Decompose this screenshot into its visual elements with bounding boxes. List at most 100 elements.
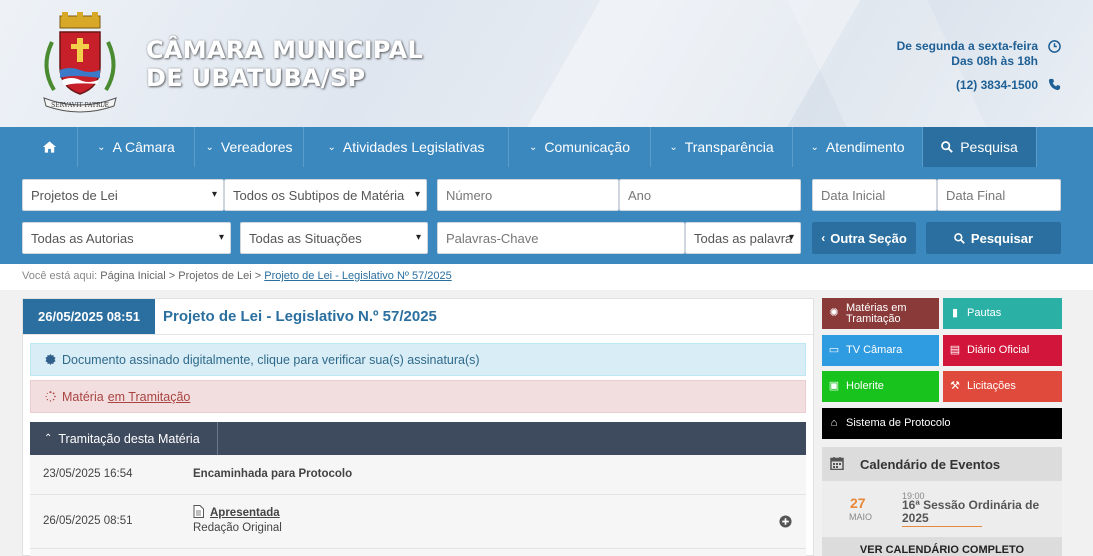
nav-atividades-legislativas[interactable]: ⌄ Atividades Legislativas <box>304 127 509 167</box>
nav-label: Atividades Legislativas <box>342 139 485 155</box>
chevron-down-icon: ▾ <box>415 232 421 243</box>
phone-number[interactable]: (12) 3834-1500 <box>956 78 1038 92</box>
crest-motto: SERVAVIT PATRIÆ <box>51 102 109 109</box>
tramitacao-row: 26/05/2025 08:51 Apresentada Redação Ori… <box>30 495 806 549</box>
placeholder: Data Final <box>946 187 1006 203</box>
breadcrumb-current[interactable]: Projeto de Lei - Legislativo Nº 57/2025 <box>264 270 451 282</box>
chevron-down-icon: ⌄ <box>810 141 819 153</box>
numero-input[interactable]: Número <box>437 179 619 211</box>
event-month: MAIO <box>849 512 873 522</box>
outra-secao-button[interactable]: ‹ Outra Seção <box>812 222 916 254</box>
nav-pesquisa[interactable]: Pesquisa <box>923 127 1037 167</box>
ver-calendario-button[interactable]: VER CALENDÁRIO COMPLETO <box>822 537 1062 556</box>
status-prefix: Matéria <box>62 389 104 404</box>
site-title[interactable]: CÂMARA MUNICIPAL DE UBATUBA/SP <box>146 36 423 92</box>
chevron-down-icon: ⌄ <box>327 141 336 153</box>
row-document-link[interactable]: Apresentada <box>210 507 280 519</box>
chevron-down-icon: ⌄ <box>529 141 538 153</box>
divider <box>23 334 813 335</box>
book-icon: ▮ <box>951 307 959 319</box>
nav-vereadores[interactable]: ⌄ Vereadores <box>195 127 304 167</box>
row-date: 23/05/2025 16:54 <box>43 468 133 480</box>
institution-icon: ⌂ <box>830 417 838 429</box>
placeholder: Palavras-Chave <box>446 230 539 246</box>
chevron-down-icon: ⌄ <box>669 141 678 153</box>
nav-a-camara[interactable]: ⌄ A Câmara <box>78 127 195 167</box>
nav-label: Pesquisa <box>960 139 1018 155</box>
opening-time: Das 08h às 18h <box>951 54 1038 68</box>
alert-text: Documento assinado digitalmente, clique … <box>62 352 480 367</box>
tile-diario-oficial[interactable]: ▤ Diário Oficial <box>943 335 1062 366</box>
tipo-select[interactable]: Projetos de Lei ▾ <box>22 179 224 211</box>
tile-label: Holerite <box>846 380 884 392</box>
nav-transparencia[interactable]: ⌄ Transparência <box>651 127 793 167</box>
chevron-down-icon: ▾ <box>788 232 794 243</box>
chevron-down-icon: ⌄ <box>97 141 106 153</box>
button-label: Pesquisar <box>970 230 1034 246</box>
tile-label: Matérias em Tramitação <box>846 301 907 325</box>
data-inicial-input[interactable]: Data Inicial <box>812 179 937 211</box>
nav-atendimento[interactable]: ⌄ Atendimento <box>793 127 923 167</box>
tile-pautas[interactable]: ▮ Pautas <box>943 298 1062 329</box>
breadcrumb-separator: > <box>168 270 176 282</box>
breadcrumb-home[interactable]: Página Inicial <box>100 270 165 282</box>
tab-tramitacao[interactable]: ⌃ Tramitação desta Matéria <box>30 422 218 455</box>
palavras-mode-select[interactable]: Todas as palavra ▾ <box>685 222 801 254</box>
site-title-line2: DE UBATUBA/SP <box>146 64 366 92</box>
chevron-down-icon: ⌄ <box>205 141 214 153</box>
tramitacao-row: 23/05/2025 16:54 Encaminhada para Protoc… <box>30 455 806 495</box>
select-value: Todos os Subtipos de Matéria <box>233 187 405 203</box>
event-underline <box>902 526 982 527</box>
tramitacao-row <box>30 549 806 556</box>
tile-label: TV Câmara <box>846 344 903 356</box>
tile-label: Sistema de Protocolo <box>846 417 951 429</box>
subtipo-select[interactable]: Todos os Subtipos de Matéria ▾ <box>224 179 427 211</box>
certificate-icon <box>45 354 56 365</box>
ano-input[interactable]: Ano <box>619 179 801 211</box>
autorias-select[interactable]: Todas as Autorias ▾ <box>22 222 231 254</box>
status-alert: Matéria em Tramitação <box>30 380 806 413</box>
opening-hours: De segunda a sexta-feira Das 08h às 18h <box>897 39 1038 69</box>
tile-label: Diário Oficial <box>967 344 1030 356</box>
breadcrumb-separator: > <box>254 270 262 282</box>
opening-days: De segunda a sexta-feira <box>896 39 1038 53</box>
select-value: Todas as Autorias <box>31 230 134 246</box>
breadcrumb: Você está aqui: Página Inicial > Projeto… <box>22 270 452 282</box>
situacoes-select[interactable]: Todas as Situações ▾ <box>240 222 428 254</box>
status-link[interactable]: em Tramitação <box>108 390 191 404</box>
tile-holerite[interactable]: ▣ Holerite <box>822 371 939 402</box>
calendar-title: Calendário de Eventos <box>860 457 1001 472</box>
main-navigation: ⌄ A Câmara ⌄ Vereadores ⌄ Atividades Legisl… <box>0 127 1093 167</box>
nav-home[interactable] <box>22 127 78 167</box>
newspaper-icon: ▤ <box>949 344 961 356</box>
home-icon <box>42 141 57 153</box>
signature-alert[interactable]: Documento assinado digitalmente, clique … <box>30 343 806 376</box>
data-final-input[interactable]: Data Final <box>937 179 1061 211</box>
pesquisar-button[interactable]: Pesquisar <box>926 222 1061 254</box>
municipal-crest-logo[interactable]: SERVAVIT PATRIÆ <box>30 12 130 116</box>
tile-tv-camara[interactable]: ▭ TV Câmara <box>822 335 939 366</box>
palavras-chave-input[interactable]: Palavras-Chave <box>437 222 685 254</box>
expand-plus-icon[interactable] <box>779 515 792 528</box>
materia-datetime: 26/05/2025 08:51 <box>23 299 155 334</box>
nav-comunicacao[interactable]: ⌄ Comunicação <box>509 127 651 167</box>
tile-materias-tramitacao[interactable]: ✺ Matérias em Tramitação <box>822 298 939 329</box>
nav-label: Comunicação <box>544 139 630 155</box>
event-title: 16ª Sessão Ordinária de 2025 <box>902 498 1040 525</box>
row-subtitle: Redação Original <box>193 522 282 534</box>
tile-sistema-protocolo[interactable]: ⌂ Sistema de Protocolo <box>822 408 1062 439</box>
calendar-header: Calendário de Eventos <box>822 447 1062 481</box>
chevron-down-icon: ▾ <box>414 189 420 200</box>
row-date: 26/05/2025 08:51 <box>43 515 133 527</box>
nav-label: Atendimento <box>825 139 905 155</box>
chevron-down-icon: ▾ <box>211 189 217 200</box>
breadcrumb-section[interactable]: Projetos de Lei <box>178 270 251 282</box>
placeholder: Data Inicial <box>821 187 886 203</box>
search-icon <box>941 141 954 153</box>
breadcrumb-prefix: Você está aqui: <box>22 270 98 282</box>
tile-label: Pautas <box>967 307 1002 319</box>
calendar-event[interactable]: 27 MAIO 19:00 16ª Sessão Ordinária de 20… <box>822 481 1062 537</box>
document-icon <box>193 505 204 518</box>
nav-label: Vereadores <box>220 139 293 155</box>
tile-licitacoes[interactable]: ⚒ Licitações <box>943 371 1062 402</box>
